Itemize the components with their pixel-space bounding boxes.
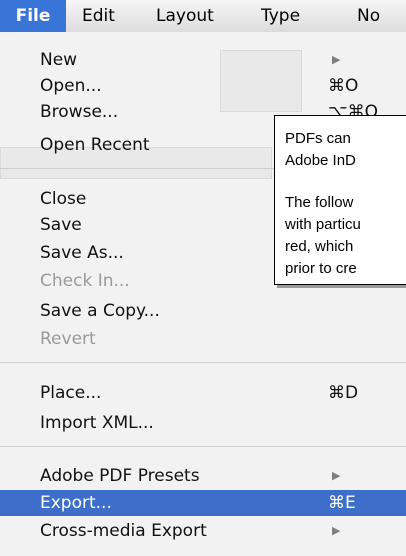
menu-item-label: Revert bbox=[40, 329, 96, 349]
menu-item-label: Place... bbox=[40, 383, 102, 403]
menu-item-label: New bbox=[40, 50, 78, 70]
menu-item-place[interactable]: Place... ⌘D bbox=[0, 380, 406, 406]
menu-item-label: Import XML... bbox=[40, 413, 154, 433]
menu-item-label: Check In... bbox=[40, 271, 130, 291]
doc-text-line: prior to cre bbox=[285, 260, 357, 277]
menu-file[interactable]: File bbox=[0, 0, 66, 32]
doc-text-line: The follow bbox=[285, 194, 354, 211]
triangle-right-icon: ▶ bbox=[332, 469, 341, 482]
menu-item-revert: Revert bbox=[0, 326, 406, 352]
menu-item-label: Close bbox=[40, 189, 87, 209]
menu-bar: File Edit Layout Type No bbox=[0, 0, 406, 33]
menu-item-label: Adobe PDF Presets bbox=[40, 466, 200, 486]
menu-item-label: Save a Copy... bbox=[40, 301, 160, 321]
menu-item-label: Browse... bbox=[40, 102, 119, 122]
menu-item-label: Save As... bbox=[40, 243, 124, 263]
doc-text-line: PDFs can bbox=[285, 130, 351, 147]
document-text-box: PDFs can Adobe InD The follow with parti… bbox=[274, 115, 406, 285]
menu-item-open[interactable]: Open... ⌘O bbox=[0, 73, 406, 99]
menu-item-pdf-presets[interactable]: Adobe PDF Presets ▶ bbox=[0, 463, 406, 489]
doc-text-line: red, which bbox=[285, 238, 354, 255]
menu-item-label: Open Recent bbox=[40, 135, 150, 155]
triangle-right-icon: ▶ bbox=[332, 524, 341, 537]
menu-separator bbox=[0, 446, 406, 447]
menu-item-label: Open... bbox=[40, 76, 102, 96]
file-menu-dropdown: New ▶ Open... ⌘O Browse... ⌥⌘O Open Rece… bbox=[0, 32, 406, 556]
menu-type[interactable]: Type bbox=[261, 0, 300, 32]
menu-item-label: Export... bbox=[40, 493, 112, 513]
doc-text-line: with particu bbox=[285, 216, 361, 233]
menu-item-new[interactable]: New ▶ bbox=[0, 47, 406, 73]
menu-item-save-copy[interactable]: Save a Copy... bbox=[0, 298, 406, 324]
menu-item-shortcut: ⌘D bbox=[328, 383, 359, 403]
menu-item-shortcut: ⌘E bbox=[328, 493, 356, 513]
menu-item-label: Cross-media Export bbox=[40, 521, 207, 541]
menu-item-export[interactable]: Export... ⌘E bbox=[0, 490, 406, 516]
menu-no[interactable]: No bbox=[357, 0, 380, 32]
menu-item-label: Save bbox=[40, 215, 82, 235]
menu-item-cross-media-export[interactable]: Cross-media Export ▶ bbox=[0, 518, 406, 544]
menu-separator bbox=[0, 362, 406, 363]
doc-text-line: Adobe InD bbox=[285, 152, 356, 169]
menu-layout[interactable]: Layout bbox=[156, 0, 214, 32]
menu-item-import-xml[interactable]: Import XML... bbox=[0, 410, 406, 436]
triangle-right-icon: ▶ bbox=[332, 53, 341, 66]
menu-edit[interactable]: Edit bbox=[82, 0, 115, 32]
menu-item-shortcut: ⌘O bbox=[328, 76, 359, 96]
